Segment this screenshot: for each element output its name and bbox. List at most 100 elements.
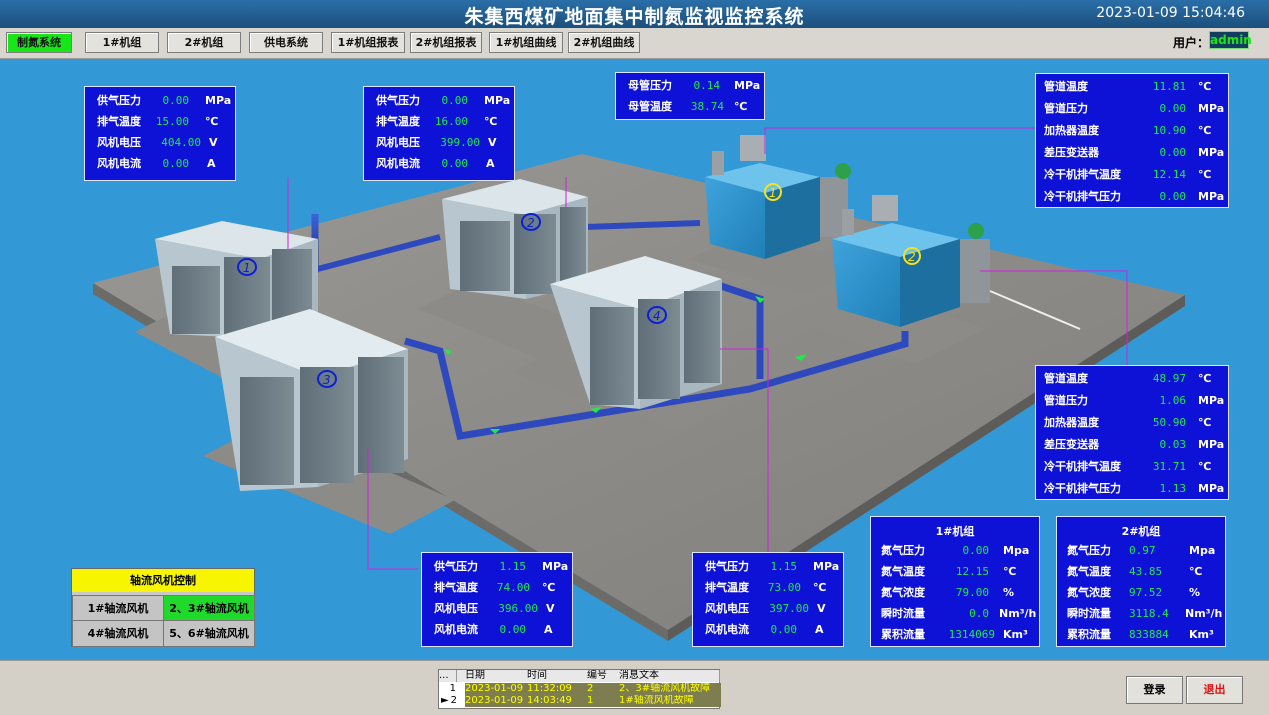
generator-2-unit: ℃ [1198,460,1212,473]
unit-2-unit: ℃ [1189,565,1203,578]
unit-1-unit: Nm³/h [999,607,1037,620]
compressor-1-value: 0.00 [162,157,190,170]
generator-2-value: 1.13 [1159,482,1187,495]
alarm-row-date: 2023-01-09 [465,683,523,695]
main-pipe-label: 母管温度 [628,100,672,113]
unit-1-unit: Mpa [1003,544,1030,557]
generator-2-unit: MPa [1198,482,1225,495]
compressor-4-panel: 供气压力 1.15 MPa 排气温度 73.00 ℃ 风机电压 397.00 V 风机电流 0… [692,552,844,647]
alarm-row-code: 2 [585,683,619,695]
compressor-1-panel: 供气压力 0.00 MPa 排气温度 15.00 ℃ 风机电压 404.00 V 风机电流 0… [84,86,236,181]
unit-1-label: 瞬时流量 [881,607,925,620]
nav-button-unit-1-report[interactable]: 1#机组报表 [331,32,405,53]
nav-button-unit-1[interactable]: 1#机组 [85,32,159,53]
compressor-1-value: 15.00 [155,115,189,128]
compressor-2-unit: V [488,136,497,149]
nav-button-unit-1-curve[interactable]: 1#机组曲线 [489,32,563,53]
unit-2-unit: Km³ [1189,628,1214,641]
nav-button-unit-2[interactable]: 2#机组 [167,32,241,53]
generator-1-unit: MPa [1198,102,1225,115]
compressor-1-label: 风机电流 [97,157,141,170]
fan-5-6-button[interactable]: 5、6#轴流风机 [163,620,255,647]
alarm-row-time: 11:32:09 [523,683,589,695]
compressor-3-label: 风机电压 [434,602,478,615]
alarm-row-text: 2、3#轴流风机故障 [617,683,721,695]
generator-2-value: 50.90 [1152,416,1186,429]
generator-2-label: 差压变送器 [1044,438,1099,451]
title-bar: 朱集西煤矿地面集中制氮监视监控系统 2023-01-09 15:04:46 [0,0,1269,28]
generator-1-unit: ℃ [1198,124,1212,137]
compressor-1-value: 404.00 [161,136,201,149]
generator-1-value: 11.81 [1152,80,1186,93]
compressor-1-unit: ℃ [205,115,219,128]
compressor-3-value: 0.00 [499,623,527,636]
alarm-row-code: 1 [585,695,619,707]
compressor-3-unit: A [544,623,553,636]
compressor-4-label: 风机电压 [705,602,749,615]
generator-2-unit: ℃ [1198,416,1212,429]
generator-2-label: 冷干机排气温度 [1044,460,1121,473]
unit-2-value: 833884 [1129,628,1169,641]
compressor-1-unit: MPa [205,94,232,107]
fan-1-button[interactable]: 1#轴流风机 [72,595,164,622]
generator-1-value: 0.00 [1159,102,1187,115]
clock: 2023-01-09 15:04:46 [1096,5,1245,21]
main-pipe-unit: ℃ [734,100,748,113]
fan-4-button[interactable]: 4#轴流风机 [72,620,164,647]
generator-1-label: 冷干机排气压力 [1044,190,1121,203]
unit-2-summary-panel: 2#机组 氮气压力 0.97 Mpa 氮气温度 43.85 ℃ 氮气浓度 97.52% 瞬… [1056,516,1226,647]
fan-2-3-button[interactable]: 2、3#轴流风机 [163,595,255,622]
exit-button[interactable]: 退出 [1186,676,1243,704]
login-button[interactable]: 登录 [1126,676,1183,704]
compressor-4-value: 1.15 [770,560,798,573]
unit-2-summary-title: 2#机组 [1121,525,1161,538]
compressor-3-unit: MPa [542,560,569,573]
alarm-row-index: 1 [449,683,456,694]
generator-1-value: 0.00 [1159,190,1187,203]
generator-2-unit: MPa [1198,394,1225,407]
main-pipe-value: 0.14 [693,79,721,92]
compressor-3-value: 396.00 [498,602,538,615]
user-value: admin [1209,31,1252,49]
compressor-3-label: 供气压力 [434,560,478,573]
nav-button-unit-2-curve[interactable]: 2#机组曲线 [568,32,640,53]
generator-1-value: 12.14 [1152,168,1186,181]
compressor-4-value: 397.00 [769,602,809,615]
generator-1-label: 管道压力 [1044,102,1088,115]
main-pipe-label: 母管压力 [628,79,672,92]
alarm-table[interactable]: ... 日期 时间 编号 消息文本 1 2023-01-09 11:32:09 … [438,669,721,709]
page-title: 朱集西煤矿地面集中制氮监视监控系统 [464,6,805,28]
nav-bar: 制氮系统 1#机组 2#机组 供电系统 1#机组报表 2#机组报表 1#机组曲线… [0,28,1269,59]
alarm-col-header: ... [439,670,457,682]
unit-1-value: 79.00 [955,586,989,599]
unit-2-label: 瞬时流量 [1067,607,1111,620]
compressor-4-label: 供气压力 [705,560,749,573]
unit-2-unit: Mpa [1189,544,1216,557]
unit-2-label: 氮气温度 [1067,565,1111,578]
generator-2-label: 冷干机排气压力 [1044,482,1121,495]
nav-button-unit-2-report[interactable]: 2#机组报表 [410,32,482,53]
unit-2-value: 3118.4 [1129,607,1169,620]
generator-2-unit: MPa [1198,438,1225,451]
alarm-col-header: 日期 [457,670,524,682]
generator-2-value: 48.97 [1152,372,1186,385]
generator-1-unit: ℃ [1198,80,1212,93]
nav-button-nitrogen-system[interactable]: 制氮系统 [6,32,72,53]
svg-text:2: 2 [527,216,535,230]
nav-button-power-system[interactable]: 供电系统 [249,32,323,53]
compressor-2-label: 供气压力 [376,94,420,107]
generator-1-label: 加热器温度 [1044,124,1099,137]
generator-1-label: 冷干机排气温度 [1044,168,1121,181]
compressor-2-value: 0.00 [441,94,469,107]
row-selector-icon: ► [441,695,449,706]
compressor-4-unit: A [815,623,824,636]
generator-2-value: 31.71 [1152,460,1186,473]
unit-1-label: 氮气压力 [881,544,925,557]
main-pipe-value: 38.74 [690,100,724,113]
generator-2-value: 1.06 [1159,394,1187,407]
compressor-3-value: 1.15 [499,560,527,573]
unit-1-unit: % [1003,586,1015,599]
svg-text:3: 3 [323,373,331,387]
alarm-row-date: 2023-01-09 [465,695,523,707]
generator-1-unit: ℃ [1198,168,1212,181]
